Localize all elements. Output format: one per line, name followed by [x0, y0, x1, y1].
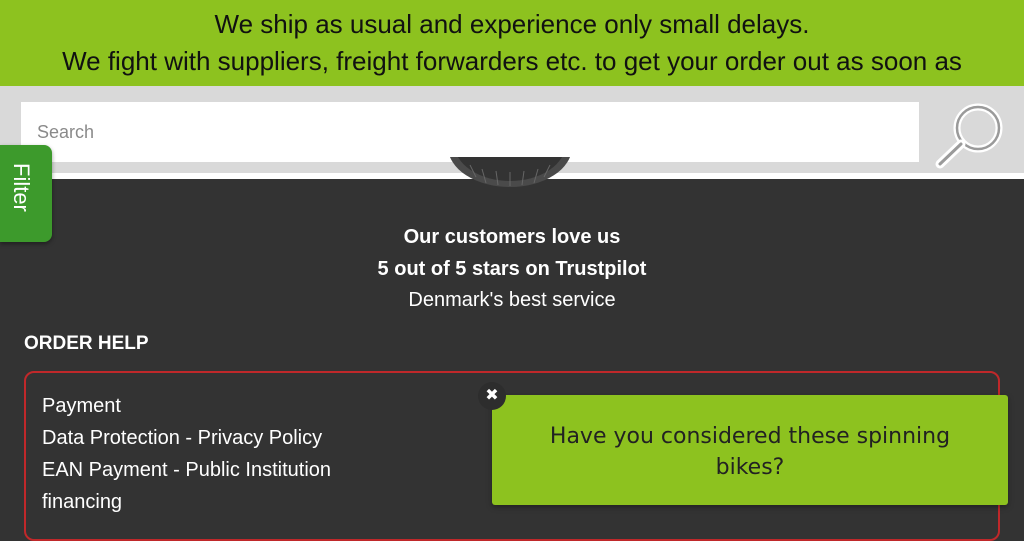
search-input[interactable] [21, 102, 919, 162]
filter-label: Filter [9, 163, 34, 212]
link-financing[interactable]: financing [42, 491, 122, 514]
shipping-notice-banner: We ship as usual and experience only sma… [0, 0, 1024, 86]
trust-rating: 5 out of 5 stars on Trustpilot [377, 258, 647, 280]
spinning-bikes-popup[interactable]: Have you considered these spinning bikes… [492, 395, 1008, 505]
link-privacy-policy[interactable]: Data Protection - Privacy Policy [42, 427, 322, 450]
banner-line-2: We fight with suppliers, freight forward… [62, 46, 962, 76]
popup-message: Have you considered these spinning bikes… [549, 424, 951, 480]
trustpilot-logo [430, 157, 590, 195]
magnifier-icon [935, 103, 1003, 169]
link-ean-payment[interactable]: EAN Payment - Public Institution [42, 459, 331, 482]
link-payment[interactable]: Payment [42, 395, 121, 418]
order-help-heading: ORDER HELP [24, 333, 149, 354]
search-button[interactable] [930, 98, 1010, 170]
trust-headline: Our customers love us [403, 226, 621, 248]
banner-line-1: We ship as usual and experience only sma… [214, 9, 810, 39]
popup-close-button[interactable]: ✖ [478, 382, 506, 410]
trust-tagline: Denmark's best service [408, 289, 616, 311]
close-icon: ✖ [485, 387, 499, 404]
